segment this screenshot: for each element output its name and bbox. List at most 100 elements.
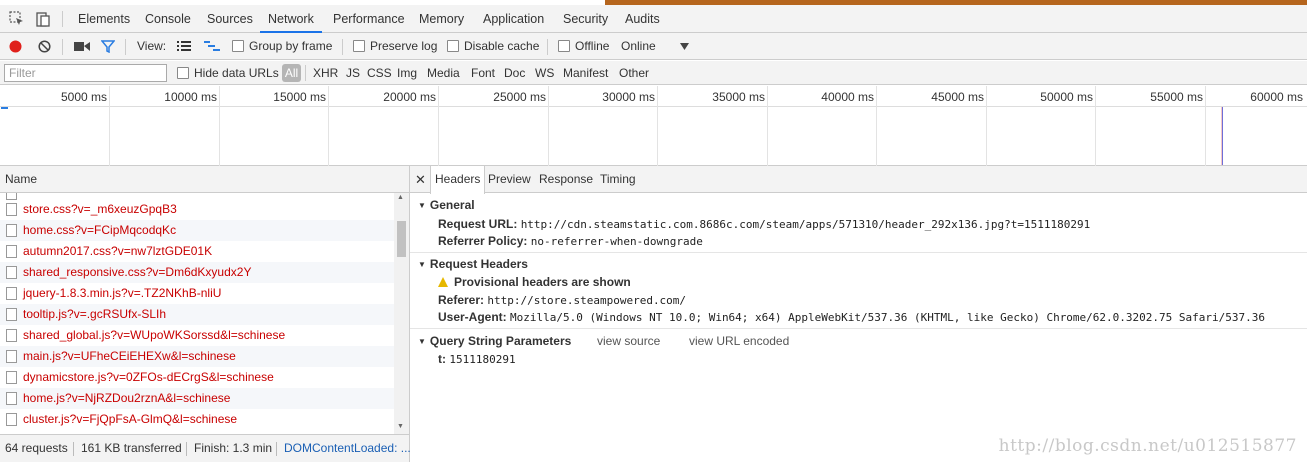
query-string-section-header[interactable]: ▼ Query String Parameters — [418, 334, 571, 348]
tab-network[interactable]: Network — [260, 5, 322, 33]
timeline-gridline — [876, 86, 877, 166]
tab-sources[interactable]: Sources — [207, 5, 253, 33]
header-key: User-Agent: — [438, 310, 507, 324]
domcontentloaded-marker — [1222, 107, 1223, 165]
list-item[interactable]: jquery-1.8.3.min.js?v=.TZ2NKhB-nliU — [0, 283, 394, 304]
list-item[interactable]: home.js?v=NjRZDou2rznA&l=schinese — [0, 388, 394, 409]
list-item[interactable]: home.css?v=FCipMqcodqKc — [0, 220, 394, 241]
filter-font-button[interactable]: Font — [471, 61, 495, 85]
large-rows-icon[interactable] — [177, 41, 191, 52]
general-section-header[interactable]: ▼ General — [418, 198, 475, 212]
filter-manifest-button[interactable]: Manifest — [563, 61, 608, 85]
disable-cache-checkbox[interactable]: Disable cache — [447, 33, 539, 60]
tab-application[interactable]: Application — [483, 5, 544, 33]
list-item[interactable]: tooltip.js?v=.gcRSUfx-SLIh — [0, 304, 394, 325]
tab-security[interactable]: Security — [563, 5, 608, 33]
provisional-warning-row: Provisional headers are shown — [438, 275, 631, 289]
request-list[interactable]: store.css?v=_m6xeuzGpqB3 home.css?v=FCip… — [0, 193, 394, 434]
filter-input[interactable] — [4, 64, 167, 82]
filter-img-button[interactable]: Img — [397, 61, 417, 85]
filter-ws-button[interactable]: WS — [535, 61, 554, 85]
tab-preview[interactable]: Preview — [488, 166, 531, 193]
checkbox-box[interactable] — [232, 40, 244, 52]
warning-text: Provisional headers are shown — [454, 275, 631, 289]
inspect-element-icon[interactable] — [8, 10, 26, 28]
offline-checkbox[interactable]: Offline — [558, 33, 609, 60]
filter-css-button[interactable]: CSS — [367, 61, 392, 85]
list-item[interactable]: shared_global.js?v=WUpoWKSorssd&l=schine… — [0, 325, 394, 346]
timeline-tick-label: 50000 ms — [1040, 90, 1093, 104]
user-agent-row: User-Agent: Mozilla/5.0 (Windows NT 10.0… — [438, 310, 1265, 324]
filter-separator — [305, 65, 306, 81]
tab-performance[interactable]: Performance — [333, 5, 405, 33]
list-item[interactable]: cluster.js?v=FjQpFsA-GlmQ&l=schinese — [0, 409, 394, 430]
filter-xhr-button[interactable]: XHR — [313, 61, 338, 85]
request-name: main.js?v=UFheCEiEHEXw&l=schinese — [23, 349, 236, 363]
clear-icon[interactable] — [38, 40, 51, 53]
hide-data-urls-label: Hide data URLs — [194, 66, 279, 80]
group-by-frame-checkbox[interactable]: Group by frame — [232, 33, 332, 60]
param-key: t: — [438, 352, 446, 366]
tab-headers[interactable]: Headers — [430, 166, 486, 194]
list-item[interactable]: main.js?v=UFheCEiEHEXw&l=schinese — [0, 346, 394, 367]
timeline-tick-label: 5000 ms — [60, 90, 107, 104]
view-source-link[interactable]: view source — [597, 334, 660, 348]
capture-screenshots-icon[interactable] — [74, 41, 90, 52]
scroll-down-icon[interactable]: ▼ — [397, 423, 404, 430]
name-column-header[interactable]: Name — [0, 166, 409, 193]
filter-icon[interactable] — [101, 40, 115, 53]
checkbox-box[interactable] — [177, 67, 189, 79]
tab-memory[interactable]: Memory — [419, 5, 464, 33]
request-name: store.css?v=_m6xeuzGpqB3 — [23, 202, 177, 216]
preserve-log-checkbox[interactable]: Preserve log — [353, 33, 437, 60]
file-icon — [6, 224, 17, 237]
checkbox-box[interactable] — [558, 40, 570, 52]
file-icon — [6, 413, 17, 426]
timeline-request-bar — [1, 107, 8, 109]
transferred-size: 161 KB transferred — [81, 441, 182, 455]
list-item[interactable]: shared_responsive.css?v=Dm6dKxyudx2Y — [0, 262, 394, 283]
record-icon[interactable] — [9, 40, 22, 53]
scroll-up-icon[interactable]: ▲ — [397, 194, 404, 201]
filter-all-button[interactable]: All — [282, 64, 301, 82]
view-url-encoded-link[interactable]: view URL encoded — [689, 334, 789, 348]
tab-console[interactable]: Console — [145, 5, 191, 33]
checkbox-box[interactable] — [353, 40, 365, 52]
checkbox-box[interactable] — [447, 40, 459, 52]
filter-other-button[interactable]: Other — [619, 61, 649, 85]
request-name: tooltip.js?v=.gcRSUfx-SLIh — [23, 307, 167, 321]
list-item[interactable]: store.css?v=_m6xeuzGpqB3 — [0, 199, 394, 220]
section-divider — [410, 328, 1307, 329]
toolbar-separator — [125, 39, 126, 55]
expand-triangle-icon: ▼ — [418, 260, 426, 269]
list-item[interactable]: autumn2017.css?v=nw7lztGDE01K — [0, 241, 394, 262]
tab-response[interactable]: Response — [539, 166, 593, 193]
filter-doc-button[interactable]: Doc — [504, 61, 525, 85]
device-toolbar-icon[interactable] — [34, 10, 52, 28]
request-list-scrollbar[interactable]: ▲ ▼ — [394, 193, 409, 434]
tab-elements[interactable]: Elements — [78, 5, 130, 33]
filter-js-button[interactable]: JS — [346, 61, 360, 85]
list-item[interactable]: dynamicstore.js?v=0ZFOs-dECrgS&l=schines… — [0, 367, 394, 388]
close-icon[interactable]: ✕ — [415, 166, 426, 193]
requests-count: 64 requests — [5, 441, 68, 455]
hide-data-urls-checkbox[interactable]: Hide data URLs — [177, 61, 279, 85]
toolbar-separator — [62, 39, 63, 55]
scrollbar-thumb[interactable] — [397, 221, 406, 257]
timeline-overview[interactable]: 5000 ms 10000 ms 15000 ms 20000 ms 25000… — [0, 86, 1307, 166]
waterfall-overview-icon[interactable] — [204, 41, 220, 52]
tab-timing[interactable]: Timing — [600, 166, 636, 193]
request-headers-section-header[interactable]: ▼ Request Headers — [418, 257, 528, 271]
summary-separator — [276, 442, 277, 456]
summary-separator — [186, 442, 187, 456]
referrer-policy-row: Referrer Policy: no-referrer-when-downgr… — [438, 234, 703, 248]
throttling-select[interactable]: Online — [621, 33, 656, 60]
request-name: jquery-1.8.3.min.js?v=.TZ2NKhB-nliU — [23, 286, 222, 300]
chevron-down-icon[interactable] — [680, 43, 689, 50]
timeline-gridline — [438, 86, 439, 166]
toolbar-separator — [547, 39, 548, 55]
network-toolbar: View: Group by frame Preserve log Disabl… — [0, 33, 1307, 60]
tab-audits[interactable]: Audits — [625, 5, 660, 33]
filter-media-button[interactable]: Media — [427, 61, 460, 85]
timeline-gridline — [219, 86, 220, 166]
